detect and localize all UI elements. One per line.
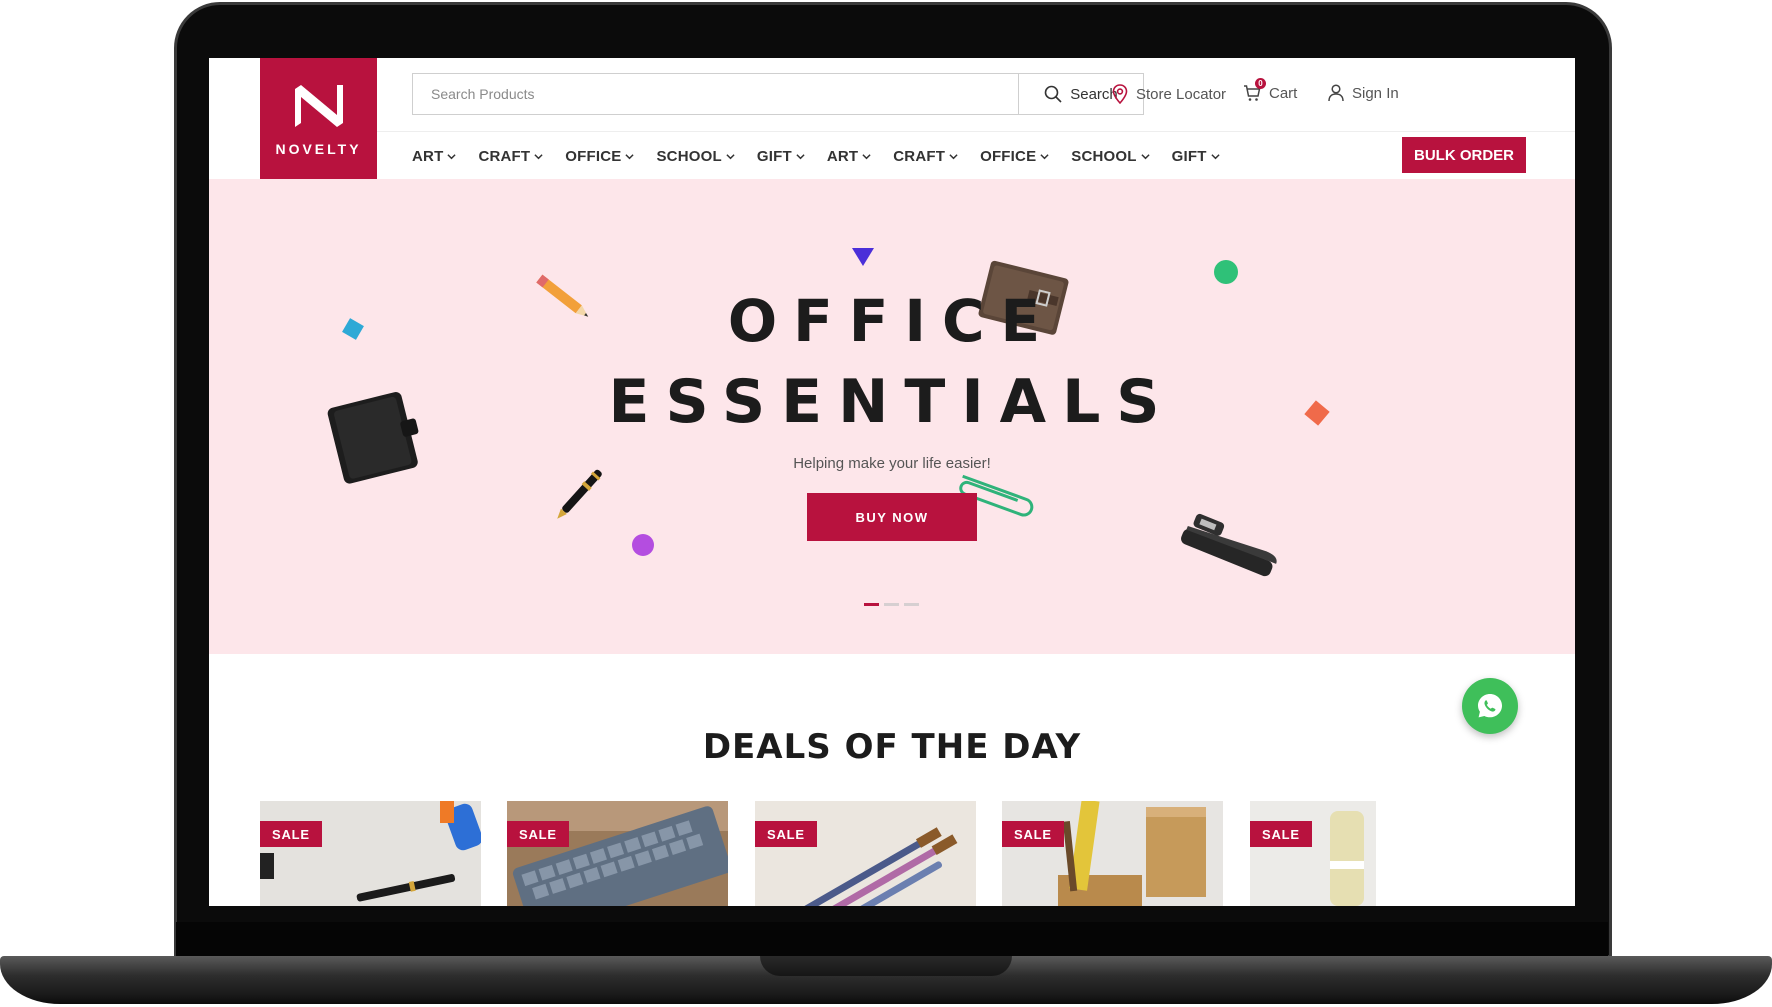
cart-link[interactable]: 0 Cart — [1243, 78, 1298, 102]
nav-item-gift-2[interactable]: GIFT — [1172, 148, 1220, 165]
nav-item-office[interactable]: OFFICE — [565, 148, 635, 165]
chevron-down-icon — [726, 154, 735, 160]
chevron-down-icon — [1040, 154, 1049, 160]
stapler-icon — [1181, 513, 1277, 577]
chevron-down-icon — [796, 154, 805, 160]
nav-item-label: GIFT — [756, 148, 792, 165]
nav-item-art-2[interactable]: ART — [827, 148, 871, 165]
sale-badge: SALE — [1002, 821, 1064, 847]
hero-subtitle: Helping make your life easier! — [793, 455, 991, 472]
deals-section-title: DEALS OF THE DAY — [702, 727, 1082, 767]
sale-badge: SALE — [260, 821, 322, 847]
hero-banner: OFFICE ESSENTIALS Helping make your life… — [209, 179, 1575, 654]
buy-now-button[interactable]: BUY NOW — [807, 493, 977, 541]
carousel-dots — [864, 603, 919, 606]
green-ball-icon — [1214, 260, 1238, 284]
sale-badge: SALE — [755, 821, 817, 847]
screen-bezel — [176, 922, 1608, 960]
whatsapp-icon — [1478, 694, 1502, 718]
nav-item-label: OFFICE — [980, 148, 1037, 165]
sign-in-link[interactable]: Sign In — [1328, 84, 1399, 102]
logo-icon — [294, 84, 343, 127]
chevron-down-icon — [1211, 154, 1220, 160]
search-icon — [1044, 85, 1062, 103]
chevron-down-icon — [1141, 154, 1150, 160]
deal-card[interactable]: SALE — [507, 801, 728, 906]
nav-item-label: GIFT — [1171, 148, 1207, 165]
nav-item-gift[interactable]: GIFT — [757, 148, 805, 165]
cart-count-badge: 0 — [1255, 78, 1266, 89]
deal-image-ruler — [1002, 801, 1223, 906]
brand-name: NOVELTY — [275, 140, 362, 157]
sale-badge: SALE — [507, 821, 569, 847]
laptop-notch — [760, 956, 1012, 976]
deal-card[interactable]: SALE — [1002, 801, 1223, 906]
nav-item-craft[interactable]: CRAFT — [478, 148, 543, 165]
deal-image-pen — [260, 801, 481, 906]
hero-title-line2: ESSENTIALS — [608, 367, 1176, 437]
nav-item-label: SCHOOL — [1071, 148, 1137, 165]
main-nav: ART CRAFT OFFICE SCHOOL GIFT ART CRAFT O… — [412, 148, 1242, 165]
sale-badge: SALE — [1250, 821, 1312, 847]
chevron-down-icon — [862, 154, 871, 160]
search-button-label: Search — [1070, 85, 1118, 103]
nav-item-label: ART — [826, 148, 859, 165]
purple-ball-icon — [632, 534, 654, 556]
brand-logo[interactable]: NOVELTY — [260, 58, 377, 179]
deal-card[interactable]: SALE — [755, 801, 976, 906]
chevron-down-icon — [534, 154, 543, 160]
nav-item-craft-2[interactable]: CRAFT — [893, 148, 958, 165]
nav-item-label: CRAFT — [893, 148, 946, 165]
header-divider — [377, 131, 1575, 132]
deal-image-keyboard — [507, 801, 728, 906]
hero-title-line1: OFFICE — [727, 287, 1057, 355]
cart-icon-wrap: 0 — [1243, 78, 1266, 102]
nav-item-art[interactable]: ART — [412, 148, 457, 165]
nav-item-label: CRAFT — [478, 148, 531, 165]
deal-image-bottle — [1250, 801, 1376, 906]
chevron-down-icon — [949, 154, 958, 160]
deal-card[interactable]: SALE — [1250, 801, 1376, 906]
nav-item-school[interactable]: SCHOOL — [656, 148, 735, 165]
cart-label: Cart — [1269, 84, 1298, 102]
store-locator-label: Store Locator — [1136, 85, 1227, 103]
deal-card[interactable]: SALE — [260, 801, 481, 906]
browser-viewport: NOVELTY Search Store Locator 0 Cart — [209, 58, 1575, 906]
nav-item-label: SCHOOL — [656, 148, 722, 165]
nav-item-office-2[interactable]: OFFICE — [980, 148, 1049, 165]
carousel-dot-2[interactable] — [884, 603, 899, 606]
nav-item-label: ART — [412, 148, 444, 165]
search-input[interactable] — [412, 73, 1018, 115]
bulk-order-button[interactable]: BULK ORDER — [1402, 137, 1526, 173]
carousel-dot-1[interactable] — [864, 603, 879, 606]
nav-item-school-2[interactable]: SCHOOL — [1071, 148, 1150, 165]
nav-item-label: OFFICE — [565, 148, 622, 165]
purple-triangle-icon — [852, 248, 874, 266]
chevron-down-icon — [447, 154, 457, 160]
store-locator-link[interactable]: Store Locator — [1112, 84, 1226, 104]
sign-in-label: Sign In — [1352, 84, 1399, 102]
deal-image-brushes — [755, 801, 976, 906]
whatsapp-chat-button[interactable] — [1462, 678, 1518, 734]
user-icon — [1328, 84, 1344, 102]
map-pin-icon — [1112, 84, 1128, 104]
carousel-dot-3[interactable] — [904, 603, 919, 606]
chevron-down-icon — [625, 154, 635, 160]
